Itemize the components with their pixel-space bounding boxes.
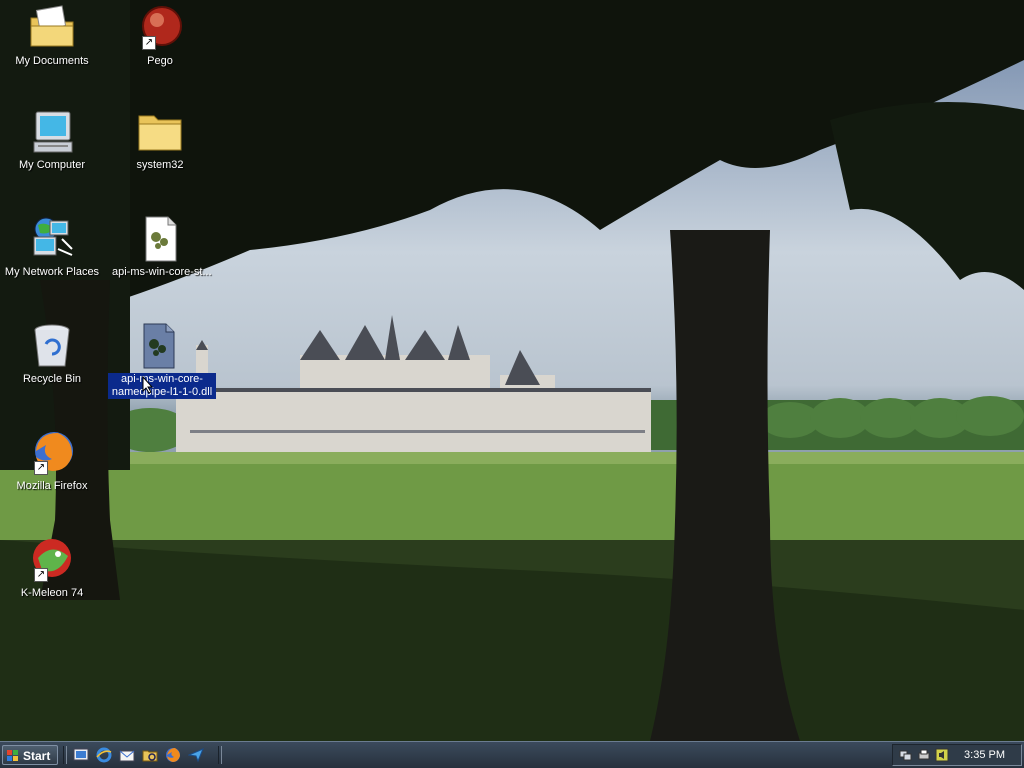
- folder-icon: [28, 4, 76, 52]
- api-ms-win-core-st-file[interactable]: api-ms-win-core-st...: [110, 215, 212, 279]
- icon-label: system32: [136, 159, 184, 171]
- system-tray: 3:35 PM: [892, 744, 1022, 766]
- taskbar-separator: [63, 746, 67, 764]
- speaker-icon[interactable]: [935, 748, 949, 762]
- start-label: Start: [23, 749, 51, 763]
- taskbar-separator: [218, 746, 222, 764]
- firefox-icon[interactable]: [165, 747, 181, 763]
- icon-label: My Documents: [15, 55, 89, 67]
- icon-label: api-ms-win-core-st...: [112, 266, 212, 278]
- icon-label: K-Meleon 74: [20, 587, 84, 599]
- network-icon: [28, 215, 76, 263]
- start-button[interactable]: Start: [2, 745, 58, 765]
- firefox-icon: ↗: [28, 429, 76, 477]
- icon-label: Pego: [147, 55, 173, 67]
- k-meleon-icon: ↗: [28, 536, 76, 584]
- computer-icon: [28, 108, 76, 156]
- my-network-places-icon[interactable]: My Network Places: [2, 215, 102, 279]
- icon-label: Recycle Bin: [22, 373, 82, 385]
- api-ms-win-core-namedpipe-file[interactable]: api-ms-win-core-namedpipe-l1-1-0.dll: [108, 322, 216, 399]
- system32-folder[interactable]: system32: [110, 108, 210, 172]
- windows-flag-icon: [7, 750, 18, 761]
- windows-explorer-icon[interactable]: [142, 747, 158, 763]
- pego-icon: ↗: [136, 4, 184, 52]
- outlook-express-icon[interactable]: [119, 747, 135, 763]
- shortcut-arrow-icon: ↗: [34, 461, 48, 475]
- dll-file-icon: [134, 322, 182, 370]
- internet-explorer-icon[interactable]: [96, 747, 112, 763]
- icon-label: My Network Places: [4, 266, 100, 278]
- icon-label: Mozilla Firefox: [16, 480, 88, 492]
- my-documents-icon[interactable]: My Documents: [2, 4, 102, 68]
- trash-icon: [28, 322, 76, 370]
- my-computer-icon[interactable]: My Computer: [2, 108, 102, 172]
- show-desktop-icon[interactable]: [73, 747, 89, 763]
- send-icon[interactable]: [188, 747, 204, 763]
- printer-icon[interactable]: [917, 748, 931, 762]
- dll-file-icon: [136, 215, 184, 263]
- recycle-bin-icon[interactable]: Recycle Bin: [2, 322, 102, 386]
- mouse-cursor-icon: [142, 375, 154, 397]
- icon-label: api-ms-win-core-namedpipe-l1-1-0.dll: [108, 373, 216, 399]
- folder-icon: [136, 108, 184, 156]
- shortcut-arrow-icon: ↗: [34, 568, 48, 582]
- mozilla-firefox-shortcut[interactable]: ↗ Mozilla Firefox: [2, 429, 102, 493]
- pego-shortcut[interactable]: ↗ Pego: [110, 4, 210, 68]
- network-connection-icon[interactable]: [899, 748, 913, 762]
- shortcut-arrow-icon: ↗: [142, 36, 156, 50]
- clock[interactable]: 3:35 PM: [964, 749, 1005, 761]
- taskbar: Start 3:35 PM: [0, 741, 1024, 768]
- icon-label: My Computer: [18, 159, 86, 171]
- k-meleon-shortcut[interactable]: ↗ K-Meleon 74: [2, 536, 102, 600]
